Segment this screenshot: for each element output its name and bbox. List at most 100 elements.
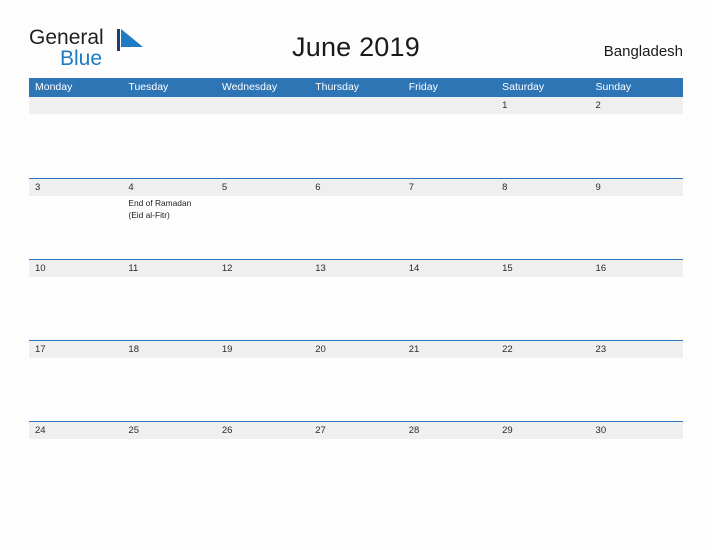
weekday-header-sunday: Sunday xyxy=(595,81,632,93)
week-date-number-band: 3456789 xyxy=(29,179,683,196)
day-cell-2[interactable] xyxy=(590,114,683,177)
date-number-10[interactable]: 10 xyxy=(29,260,122,277)
day-cell-empty xyxy=(216,114,309,177)
date-number-empty xyxy=(29,97,122,114)
week-day-cells xyxy=(29,277,683,340)
date-number-24[interactable]: 24 xyxy=(29,422,122,439)
week-day-cells: End of Ramadan (Eid al-Fitr) xyxy=(29,196,683,259)
calendar-week-row: 3 4 5 6 7 8 9 End of Ramadan (Eid al-Fitr) xyxy=(29,178,683,259)
date-number-2[interactable]: 2 xyxy=(590,97,683,114)
weekday-header-saturday: Saturday xyxy=(502,81,545,93)
date-number-18[interactable]: 18 xyxy=(122,341,215,358)
day-cell-7[interactable] xyxy=(403,196,496,259)
calendar-week-row: 17 18 19 20 21 22 23 xyxy=(29,340,683,421)
weekday-header-wednesday: Wednesday xyxy=(221,81,278,93)
day-cell-9[interactable] xyxy=(590,196,683,259)
day-cell-14[interactable] xyxy=(403,277,496,340)
page-header: General Blue June 2019 Bangladesh xyxy=(0,0,712,78)
day-cell-empty xyxy=(29,114,122,177)
country-label: Bangladesh xyxy=(603,43,683,60)
day-cell-28[interactable] xyxy=(403,439,496,502)
day-cell-17[interactable] xyxy=(29,358,122,421)
day-cell-29[interactable] xyxy=(496,439,589,502)
date-number-27[interactable]: 27 xyxy=(309,422,402,439)
day-cell-24[interactable] xyxy=(29,439,122,502)
date-number-9[interactable]: 9 xyxy=(590,179,683,196)
calendar-page: General Blue June 2019 Bangladesh Monday… xyxy=(0,0,712,550)
week-day-cells xyxy=(29,439,683,502)
day-cell-4[interactable]: End of Ramadan (Eid al-Fitr) xyxy=(122,196,215,259)
date-number-26[interactable]: 26 xyxy=(216,422,309,439)
calendar-week-row: 24 25 26 27 28 29 30 xyxy=(29,421,683,502)
date-number-empty xyxy=(216,97,309,114)
day-cell-18[interactable] xyxy=(122,358,215,421)
date-number-15[interactable]: 15 xyxy=(496,260,589,277)
date-number-29[interactable]: 29 xyxy=(496,422,589,439)
day-cell-6[interactable] xyxy=(309,196,402,259)
date-number-empty xyxy=(403,97,496,114)
date-number-23[interactable]: 23 xyxy=(590,341,683,358)
date-number-5[interactable]: 5 xyxy=(216,179,309,196)
date-number-empty xyxy=(122,97,215,114)
calendar-week-row: 12 xyxy=(29,97,683,178)
date-number-8[interactable]: 8 xyxy=(496,179,589,196)
date-number-empty xyxy=(309,97,402,114)
weekday-header-row: Monday Tuesday Wednesday Thursday Friday Satu… xyxy=(29,78,683,97)
week-date-number-band: 10 11 12 13 14 15 16 xyxy=(29,260,683,277)
date-number-11[interactable]: 11 xyxy=(122,260,215,277)
date-number-19[interactable]: 19 xyxy=(216,341,309,358)
day-cell-empty xyxy=(309,114,402,177)
day-cell-3[interactable] xyxy=(29,196,122,259)
day-cell-15[interactable] xyxy=(496,277,589,340)
event-text: (Eid al-Fitr) xyxy=(128,209,170,220)
date-number-30[interactable]: 30 xyxy=(590,422,683,439)
day-cell-empty xyxy=(403,114,496,177)
day-cell-8[interactable] xyxy=(496,196,589,259)
event-text: End of Ramadan xyxy=(128,198,192,208)
week-date-number-band: 17 18 19 20 21 22 23 xyxy=(29,341,683,358)
day-cell-20[interactable] xyxy=(309,358,402,421)
day-cell-13[interactable] xyxy=(309,277,402,340)
date-number-13[interactable]: 13 xyxy=(309,260,402,277)
weekday-header-friday: Friday xyxy=(408,81,438,93)
day-cell-30[interactable] xyxy=(590,439,683,502)
day-cell-1[interactable] xyxy=(496,114,589,177)
date-number-16[interactable]: 16 xyxy=(590,260,683,277)
day-cell-16[interactable] xyxy=(590,277,683,340)
day-cell-25[interactable] xyxy=(122,439,215,502)
weekday-header-tuesday: Tuesday xyxy=(128,81,169,93)
calendar-weeks: 1 2 3 4 5 6 7 8 9 End of Ramadan (Eid al-Fitr) 10 11… xyxy=(29,97,683,502)
day-cell-12[interactable] xyxy=(216,277,309,340)
day-cell-5[interactable] xyxy=(216,196,309,259)
weekday-header-monday: Monday xyxy=(35,81,73,93)
date-number-14[interactable]: 14 xyxy=(403,260,496,277)
date-number-1[interactable]: 1 xyxy=(496,97,589,114)
date-number-12[interactable]: 12 xyxy=(216,260,309,277)
calendar-grid: Monday Tuesday Wednesday Thursday Friday Satu… xyxy=(29,78,683,502)
date-number-22[interactable]: 22 xyxy=(496,341,589,358)
day-cell-21[interactable] xyxy=(403,358,496,421)
day-cell-10[interactable] xyxy=(29,277,122,340)
day-cell-11[interactable] xyxy=(122,277,215,340)
day-cell-19[interactable] xyxy=(216,358,309,421)
week-day-cells xyxy=(29,114,683,177)
date-number-4[interactable]: 4 xyxy=(122,179,215,196)
day-cell-empty xyxy=(122,114,215,177)
week-day-cells xyxy=(29,358,683,421)
date-number-21[interactable]: 21 xyxy=(403,341,496,358)
date-number-20[interactable]: 20 xyxy=(309,341,402,358)
day-cell-23[interactable] xyxy=(590,358,683,421)
week-date-number-band: 12 xyxy=(29,97,683,114)
date-number-3[interactable]: 3 xyxy=(29,179,122,196)
weekday-header-thursday: Thursday xyxy=(315,81,360,93)
day-cell-26[interactable] xyxy=(216,439,309,502)
date-number-17[interactable]: 17 xyxy=(29,341,122,358)
week-date-number-band: 24 25 26 27 28 29 30 xyxy=(29,422,683,439)
day-cell-22[interactable] xyxy=(496,358,589,421)
date-number-6[interactable]: 6 xyxy=(309,179,402,196)
day-cell-27[interactable] xyxy=(309,439,402,502)
date-number-7[interactable]: 7 xyxy=(403,179,496,196)
date-number-28[interactable]: 28 xyxy=(403,422,496,439)
calendar-week-row: 10 11 12 13 14 15 16 xyxy=(29,259,683,340)
date-number-25[interactable]: 25 xyxy=(122,422,215,439)
